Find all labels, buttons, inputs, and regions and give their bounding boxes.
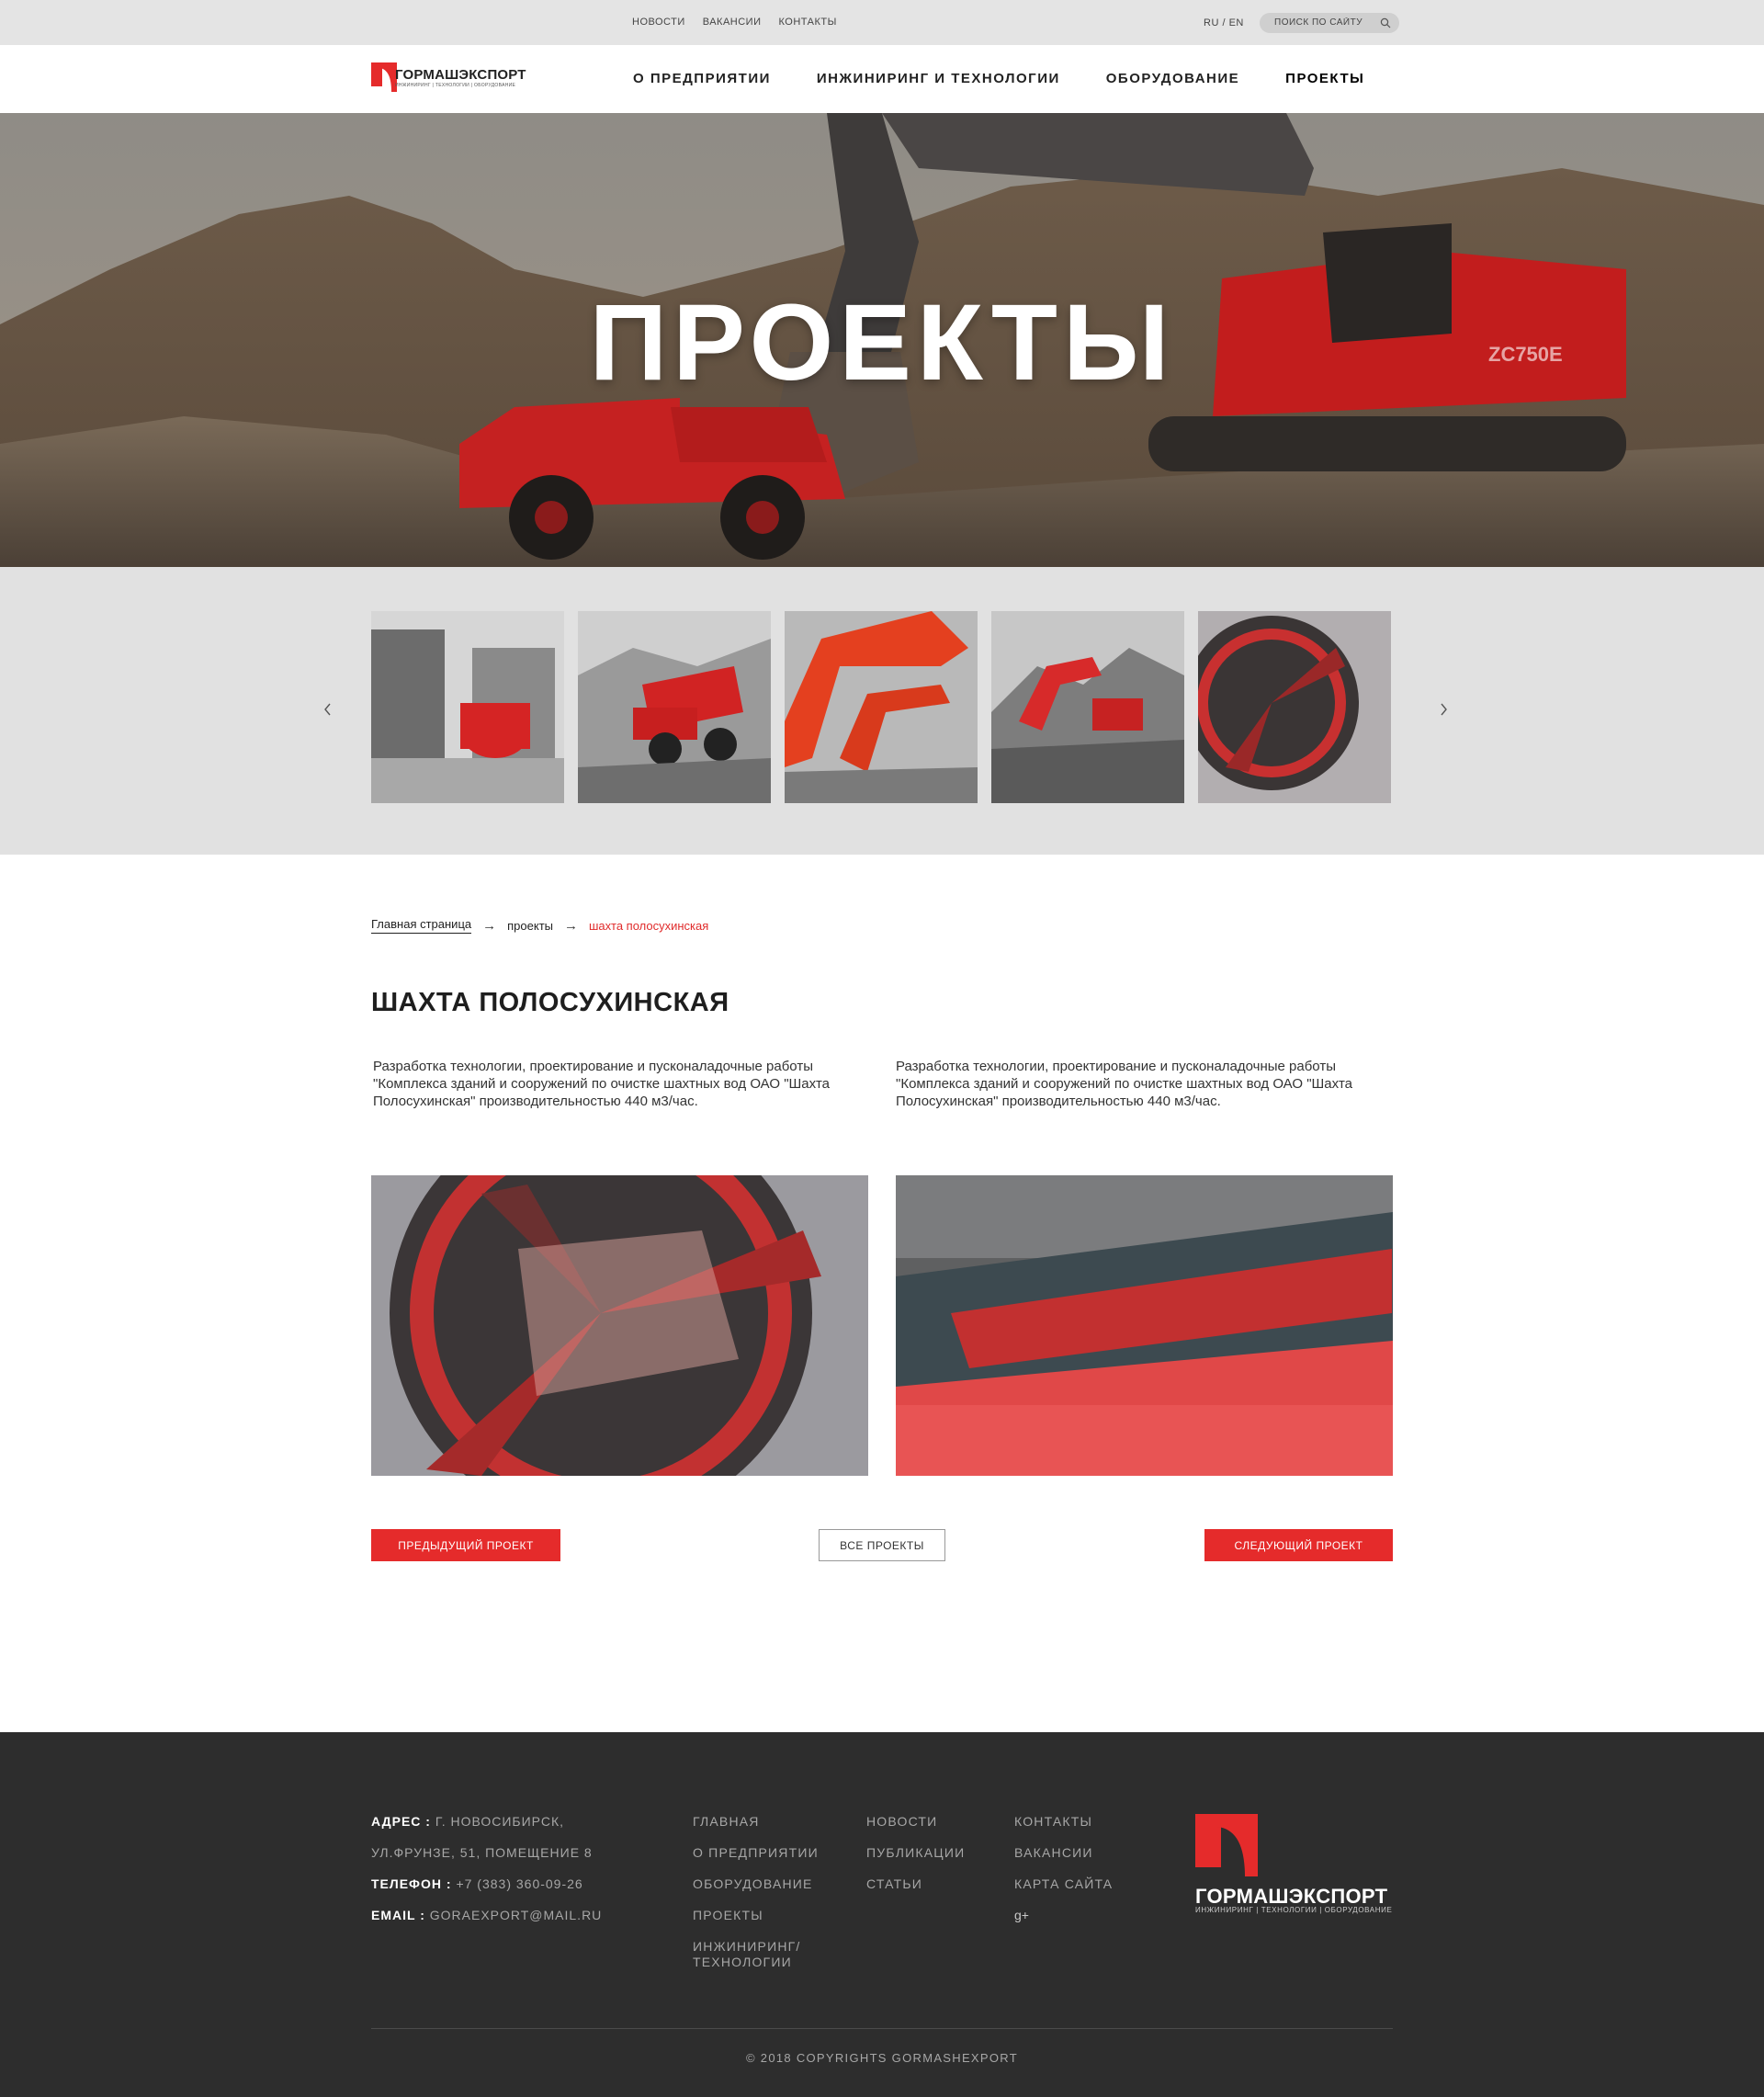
hero-title: ПРОЕКТЫ xyxy=(589,282,1175,403)
footer-divider xyxy=(371,2028,1393,2029)
gallery-next-arrow-icon[interactable] xyxy=(1432,698,1454,720)
logo[interactable]: ГОРМАШЭКСПОРТ ИНЖИНИРИНГ | ТЕХНОЛОГИИ | … xyxy=(371,62,532,94)
footer-logo-subtitle: ИНЖИНИРИНГ | ТЕХНОЛОГИИ | ОБОРУДОВАНИЕ xyxy=(1195,1906,1393,1914)
top-nav-contacts[interactable]: КОНТАКТЫ xyxy=(779,17,837,28)
main-nav: О ПРЕДПРИЯТИИ ИНЖИНИРИНГ И ТЕХНОЛОГИИ ОБ… xyxy=(633,71,1410,86)
thumb-bucket-wheel-image xyxy=(1198,611,1391,803)
copyright: © 2018 COPYRIGHTS GORMASHEXPORT xyxy=(746,2051,1018,2065)
gallery-thumb-excavator-arms[interactable] xyxy=(785,611,978,803)
top-nav-news[interactable]: НОВОСТИ xyxy=(632,17,685,28)
project-image-bucket-wheel xyxy=(371,1175,868,1476)
email-label: EMAIL : xyxy=(371,1908,425,1922)
breadcrumb-arrow-icon: → xyxy=(564,917,578,934)
top-nav: НОВОСТИ ВАКАНСИИ КОНТАКТЫ xyxy=(632,17,837,28)
footer: АДРЕС : Г. НОВОСИБИРСК, УЛ.ФРУНЗЕ, 51, П… xyxy=(0,1732,1764,2097)
thumb-plant-image xyxy=(371,611,564,803)
previous-project-button[interactable]: ПРЕДЫДУЩИЙ ПРОЕКТ xyxy=(371,1529,560,1561)
gallery-thumb-dump-truck[interactable] xyxy=(578,611,771,803)
search-icon[interactable] xyxy=(1380,17,1391,28)
address-line2: УЛ.ФРУНЗЕ, 51, ПОМЕЩЕНИЕ 8 xyxy=(371,1845,593,1860)
footer-link-home[interactable]: ГЛАВНАЯ xyxy=(693,1814,831,1830)
footer-link-contacts[interactable]: КОНТАКТЫ xyxy=(1014,1814,1113,1830)
breadcrumb-arrow-icon: → xyxy=(482,917,497,934)
header: ГОРМАШЭКСПОРТ ИНЖИНИРИНГ | ТЕХНОЛОГИИ | … xyxy=(0,45,1764,114)
project-description-left: Разработка технологии, проектирование и … xyxy=(373,1059,830,1109)
top-nav-vacancies[interactable]: ВАКАНСИИ xyxy=(703,17,762,28)
search-input[interactable] xyxy=(1272,17,1379,28)
all-projects-button[interactable]: ВСЕ ПРОЕКТЫ xyxy=(819,1529,945,1561)
footer-logo[interactable]: ГОРМАШЭКСПОРТ ИНЖИНИРИНГ | ТЕХНОЛОГИИ | … xyxy=(1195,1814,1394,1914)
address-line1: Г. НОВОСИБИРСК, xyxy=(435,1814,565,1829)
footer-nav-col2: НОВОСТИ ПУБЛИКАЦИИ СТАТЬИ xyxy=(866,1814,965,1908)
nav-projects[interactable]: ПРОЕКТЫ xyxy=(1285,71,1364,86)
nav-equipment[interactable]: ОБОРУДОВАНИЕ xyxy=(1106,71,1239,86)
project-image-ball-mills xyxy=(896,1175,1393,1476)
logo-text: ГОРМАШЭКСПОРТ xyxy=(395,67,526,83)
footer-nav-col1: ГЛАВНАЯ О ПРЕДПРИЯТИИ ОБОРУДОВАНИЕ ПРОЕК… xyxy=(693,1814,831,1986)
search-box xyxy=(1260,13,1399,33)
address-label: АДРЕС : xyxy=(371,1814,431,1829)
footer-link-about[interactable]: О ПРЕДПРИЯТИИ xyxy=(693,1845,831,1861)
next-project-button[interactable]: СЛЕДУЮЩИЙ ПРОЕКТ xyxy=(1204,1529,1393,1561)
google-plus-icon[interactable]: g+ xyxy=(1014,1908,1113,1923)
thumb-excavator-image xyxy=(991,611,1184,803)
phone-label: ТЕЛЕФОН : xyxy=(371,1876,452,1891)
nav-engineering[interactable]: ИНЖИНИРИНГ И ТЕХНОЛОГИИ xyxy=(817,71,1060,86)
footer-logo-mark-icon xyxy=(1195,1814,1258,1876)
gallery-prev-arrow-icon[interactable] xyxy=(317,698,339,720)
breadcrumb-projects[interactable]: проекты xyxy=(507,919,553,933)
footer-link-articles[interactable]: СТАТЬИ xyxy=(866,1876,965,1892)
ball-mills-photo xyxy=(896,1175,1393,1476)
gallery-thumb-excavator[interactable] xyxy=(991,611,1184,803)
lang-ru[interactable]: RU xyxy=(1204,17,1219,28)
breadcrumb: Главная страница → проекты → шахта полос… xyxy=(371,917,708,934)
footer-link-sitemap[interactable]: КАРТА САЙТА xyxy=(1014,1876,1113,1892)
language-switcher: RU / EN xyxy=(1204,17,1244,28)
breadcrumb-current: шахта полосухинская xyxy=(589,918,709,933)
page-title: ШАХТА ПОЛОСУХИНСКАЯ xyxy=(371,988,729,1017)
logo-subtitle: ИНЖИНИРИНГ | ТЕХНОЛОГИИ | ОБОРУДОВАНИЕ xyxy=(395,83,516,88)
nav-about[interactable]: О ПРЕДПРИЯТИИ xyxy=(633,71,771,86)
logo-mark-icon xyxy=(371,62,397,92)
thumb-excavator-arms-image xyxy=(785,611,978,803)
phone-link[interactable]: +7 (383) 360-09-26 xyxy=(456,1876,582,1891)
footer-nav-col3: КОНТАКТЫ ВАКАНСИИ КАРТА САЙТА g+ xyxy=(1014,1814,1113,1939)
gallery-thumb-bucket-wheel[interactable] xyxy=(1198,611,1391,803)
footer-link-projects[interactable]: ПРОЕКТЫ xyxy=(693,1908,831,1923)
footer-phone: ТЕЛЕФОН : +7 (383) 360-09-26 xyxy=(371,1876,583,1891)
footer-link-engineering[interactable]: ИНЖИНИРИНГ/ ТЕХНОЛОГИИ xyxy=(693,1939,821,1970)
lang-en[interactable]: EN xyxy=(1229,17,1244,28)
footer-email: EMAIL : GORAEXPORT@MAIL.RU xyxy=(371,1908,602,1922)
project-description-right: Разработка технологии, проектирование и … xyxy=(896,1059,1352,1109)
gallery-thumb-plant[interactable] xyxy=(371,611,564,803)
breadcrumb-home[interactable]: Главная страница xyxy=(371,917,472,934)
footer-link-vacancies[interactable]: ВАКАНСИИ xyxy=(1014,1845,1113,1861)
email-link[interactable]: GORAEXPORT@MAIL.RU xyxy=(430,1908,603,1922)
lang-separator: / xyxy=(1222,17,1227,28)
top-bar: НОВОСТИ ВАКАНСИИ КОНТАКТЫ RU / EN xyxy=(0,0,1764,45)
footer-link-news[interactable]: НОВОСТИ xyxy=(866,1814,965,1830)
footer-address: АДРЕС : Г. НОВОСИБИРСК, xyxy=(371,1814,564,1829)
footer-link-equipment[interactable]: ОБОРУДОВАНИЕ xyxy=(693,1876,831,1892)
thumb-dump-truck-image xyxy=(578,611,771,803)
bucket-wheel-photo xyxy=(371,1175,868,1476)
hero-banner: ZC750E ПРОЕКТЫ xyxy=(0,113,1764,567)
footer-link-publications[interactable]: ПУБЛИКАЦИИ xyxy=(866,1845,965,1861)
project-gallery xyxy=(0,567,1764,855)
